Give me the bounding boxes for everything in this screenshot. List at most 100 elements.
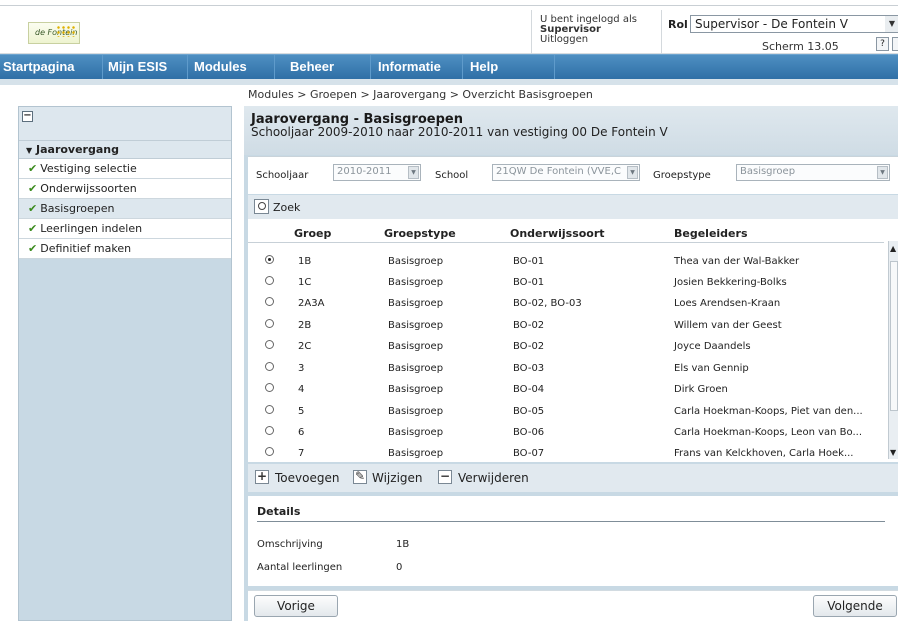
table-row[interactable]: 1C Basisgroep BO-01 Josien Bekkering-Bol… <box>248 271 884 292</box>
chevron-down-icon[interactable]: ▼ <box>627 166 638 179</box>
sidebar-item-label: Onderwijssoorten <box>40 182 137 195</box>
nav-divider <box>187 55 188 80</box>
cell-groepstype: Basisgroep <box>388 384 444 395</box>
chevron-down-icon[interactable]: ▼ <box>885 16 898 32</box>
table-row[interactable]: 4 Basisgroep BO-04 Dirk Groen <box>248 378 884 399</box>
table-row[interactable]: 2C Basisgroep BO-02 Joyce Daandels <box>248 335 884 356</box>
cell-begeleiders: Josien Bekkering-Bolks <box>674 277 787 288</box>
table-scrollbar[interactable]: ▲ ▼ <box>888 241 898 459</box>
school-logo: de Fontein <box>28 22 80 44</box>
nav-mijn-esis[interactable]: Mijn ESIS <box>108 55 167 80</box>
cell-begeleiders: Joyce Daandels <box>674 341 751 352</box>
cell-groepstype: Basisgroep <box>388 298 444 309</box>
column-header-groepstype[interactable]: Groepstype <box>384 227 456 240</box>
row-radio[interactable] <box>265 447 274 456</box>
row-radio[interactable] <box>265 319 274 328</box>
next-button[interactable]: Volgende <box>813 595 897 617</box>
sidebar-item-leerlingen-indelen[interactable]: ✔ Leerlingen indelen <box>19 219 231 239</box>
groepstype-select[interactable]: Basisgroep ▼ <box>736 164 890 181</box>
scrollbar-thumb[interactable] <box>890 261 898 411</box>
add-button[interactable]: Toevoegen <box>275 471 339 485</box>
groepstype-label: Groepstype <box>653 170 711 181</box>
collapse-icon[interactable]: − <box>22 111 33 122</box>
sidebar-item-vestiging-selectie[interactable]: ✔ Vestiging selectie <box>19 159 231 179</box>
page-header: Jaarovergang - Basisgroepen Schooljaar 2… <box>244 106 898 155</box>
rol-select[interactable]: Supervisor - De Fontein V ▼ <box>690 15 898 33</box>
row-radio[interactable] <box>265 276 274 285</box>
search-button[interactable]: Zoek <box>273 201 300 214</box>
row-radio[interactable] <box>265 405 274 414</box>
delete-button[interactable]: Verwijderen <box>458 471 529 485</box>
footer-bar: Vorige Volgende <box>248 590 898 621</box>
sidebar-section-title[interactable]: ▼ Jaarovergang <box>19 141 231 159</box>
column-header-onderwijssoort[interactable]: Onderwijssoort <box>510 227 605 240</box>
scroll-down-icon[interactable]: ▼ <box>890 448 896 457</box>
row-radio[interactable] <box>265 383 274 392</box>
help-button[interactable]: ? <box>876 37 889 51</box>
cell-onderwijssoort: BO-02, BO-03 <box>513 298 582 309</box>
cell-groepstype: Basisgroep <box>388 341 444 352</box>
sidebar-item-onderwijssoorten[interactable]: ✔ Onderwijssoorten <box>19 179 231 199</box>
cell-groepstype: Basisgroep <box>388 448 444 459</box>
previous-button[interactable]: Vorige <box>254 595 338 617</box>
schooljaar-value: 2010-2011 <box>337 166 392 177</box>
row-radio[interactable] <box>265 426 274 435</box>
sidebar-item-basisgroepen[interactable]: ✔ Basisgroepen <box>19 199 231 219</box>
row-radio[interactable] <box>265 255 274 264</box>
chevron-down-icon[interactable]: ▼ <box>877 166 888 179</box>
search-icon[interactable] <box>254 199 269 214</box>
groups-table: Groep Groepstype Onderwijssoort Begeleid… <box>248 219 898 462</box>
logout-link[interactable]: Uitloggen <box>540 35 637 45</box>
table-row[interactable]: 7 Basisgroep BO-07 Frans van Kelckhoven,… <box>248 442 884 463</box>
nav-startpagina[interactable]: Startpagina <box>3 55 75 80</box>
table-row[interactable]: 3 Basisgroep BO-03 Els van Gennip <box>248 357 884 378</box>
minus-icon[interactable]: − <box>438 470 452 484</box>
checkmark-icon: ✔ <box>28 202 38 215</box>
table-row[interactable]: 2A3A Basisgroep BO-02, BO-03 Loes Arends… <box>248 292 884 313</box>
table-row[interactable]: 6 Basisgroep BO-06 Carla Hoekman-Koops, … <box>248 421 884 442</box>
sidebar-item-label: Leerlingen indelen <box>40 222 143 235</box>
cell-onderwijssoort: BO-05 <box>513 406 545 417</box>
cell-onderwijssoort: BO-03 <box>513 363 545 374</box>
school-select[interactable]: 21QW De Fontein (VVE,C ▼ <box>492 164 640 181</box>
cell-onderwijssoort: BO-02 <box>513 341 545 352</box>
cell-begeleiders: Carla Hoekman-Koops, Piet van den... <box>674 406 863 417</box>
omschrijving-value: 1B <box>396 539 410 550</box>
row-radio[interactable] <box>265 340 274 349</box>
top-header: de Fontein U bent ingelogd als Superviso… <box>0 0 898 54</box>
nav-beheer[interactable]: Beheer <box>290 55 334 80</box>
edit-button[interactable]: Wijzigen <box>372 471 423 485</box>
search-bar: Zoek <box>248 195 898 219</box>
page-subtitle: Schooljaar 2009-2010 naar 2010-2011 van … <box>251 125 668 139</box>
screen-code: Scherm 13.05 <box>762 40 839 53</box>
triangle-down-icon: ▼ <box>26 146 33 155</box>
schooljaar-select[interactable]: 2010-2011 ▼ <box>333 164 421 181</box>
cell-groepstype: Basisgroep <box>388 320 444 331</box>
cell-onderwijssoort: BO-01 <box>513 256 545 267</box>
aantal-leerlingen-label: Aantal leerlingen <box>257 562 343 573</box>
pencil-icon[interactable]: ✎ <box>353 470 367 484</box>
scroll-up-icon[interactable]: ▲ <box>890 244 896 253</box>
cell-onderwijssoort: BO-07 <box>513 448 545 459</box>
nav-modules[interactable]: Modules <box>194 55 247 80</box>
checkmark-icon: ✔ <box>28 242 38 255</box>
nav-informatie[interactable]: Informatie <box>378 55 441 80</box>
nav-help[interactable]: Help <box>470 55 498 80</box>
sidebar-item-definitief-maken[interactable]: ✔ Definitief maken <box>19 239 231 259</box>
cell-begeleiders: Dirk Groen <box>674 384 728 395</box>
header-divider <box>661 10 662 54</box>
column-header-begeleiders[interactable]: Begeleiders <box>674 227 748 240</box>
extra-button[interactable] <box>892 37 898 51</box>
nav-divider <box>462 55 463 80</box>
table-row[interactable]: 2B Basisgroep BO-02 Willem van der Geest <box>248 314 884 335</box>
table-row[interactable]: 5 Basisgroep BO-05 Carla Hoekman-Koops, … <box>248 400 884 421</box>
sidebar-item-label: Vestiging selectie <box>40 162 137 175</box>
chevron-down-icon[interactable]: ▼ <box>408 166 419 179</box>
table-row[interactable]: 1B Basisgroep BO-01 Thea van der Wal-Bak… <box>248 250 884 271</box>
row-radio[interactable] <box>265 362 274 371</box>
row-radio[interactable] <box>265 297 274 306</box>
table-header: Groep Groepstype Onderwijssoort Begeleid… <box>248 223 884 243</box>
plus-icon[interactable]: + <box>255 470 269 484</box>
cell-onderwijssoort: BO-04 <box>513 384 545 395</box>
column-header-groep[interactable]: Groep <box>294 227 331 240</box>
